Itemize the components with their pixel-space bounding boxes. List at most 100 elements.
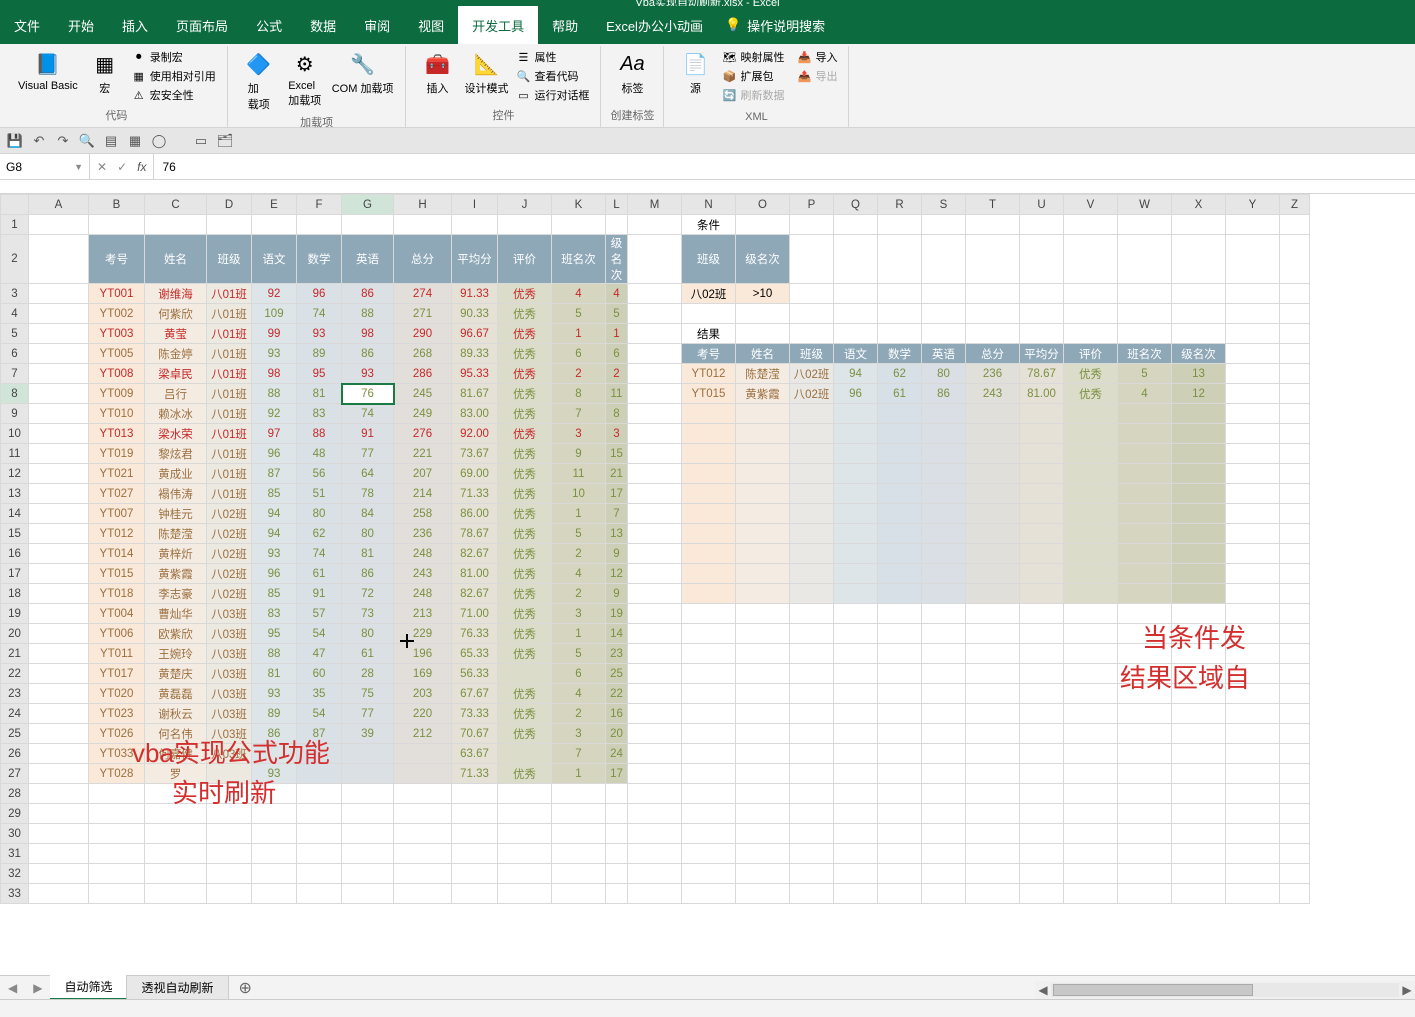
cell-E7[interactable]: 98 [252, 364, 297, 384]
cell-E26[interactable] [252, 744, 297, 764]
cell-M19[interactable] [628, 604, 682, 624]
refresh-data-button[interactable]: 🔄刷新数据 [718, 86, 787, 104]
cell-N6[interactable]: 考号 [682, 344, 736, 364]
cell-H4[interactable]: 271 [394, 304, 452, 324]
tab-developer[interactable]: 开发工具 [458, 6, 538, 44]
cell-S7[interactable]: 80 [922, 364, 966, 384]
cell-E4[interactable]: 109 [252, 304, 297, 324]
cell-R3[interactable] [878, 284, 922, 304]
tab-home[interactable]: 开始 [54, 6, 108, 44]
cell-G2[interactable]: 英语 [342, 235, 394, 284]
cell-A32[interactable] [29, 864, 89, 884]
cell-Q6[interactable]: 语文 [834, 344, 878, 364]
cell-F10[interactable]: 88 [297, 424, 342, 444]
cell-V19[interactable] [1064, 604, 1118, 624]
cell-W26[interactable] [1118, 744, 1172, 764]
cell-K2[interactable]: 班名次 [552, 235, 606, 284]
cell-E11[interactable]: 96 [252, 444, 297, 464]
cell-T24[interactable] [966, 704, 1020, 724]
cell-R15[interactable] [878, 524, 922, 544]
cell-U13[interactable] [1020, 484, 1064, 504]
tab-review[interactable]: 审阅 [350, 6, 404, 44]
cell-P2[interactable] [790, 235, 834, 284]
cell-W8[interactable]: 4 [1118, 384, 1172, 404]
cell-M22[interactable] [628, 664, 682, 684]
cell-E18[interactable]: 85 [252, 584, 297, 604]
cell-I6[interactable]: 89.33 [452, 344, 498, 364]
tab-formulas[interactable]: 公式 [242, 6, 296, 44]
row-header-5[interactable]: 5 [1, 324, 29, 344]
cell-B12[interactable]: YT021 [89, 464, 145, 484]
cell-M10[interactable] [628, 424, 682, 444]
cell-S15[interactable] [922, 524, 966, 544]
cell-S30[interactable] [922, 824, 966, 844]
cell-W5[interactable] [1118, 324, 1172, 344]
cell-U3[interactable] [1020, 284, 1064, 304]
cell-C8[interactable]: 吕行 [145, 384, 207, 404]
cell-J25[interactable]: 优秀 [498, 724, 552, 744]
cell-Q14[interactable] [834, 504, 878, 524]
cell-Z2[interactable] [1280, 235, 1310, 284]
cell-D32[interactable] [207, 864, 252, 884]
cell-X5[interactable] [1172, 324, 1226, 344]
cell-F12[interactable]: 56 [297, 464, 342, 484]
cell-J3[interactable]: 优秀 [498, 284, 552, 304]
cell-I13[interactable]: 71.33 [452, 484, 498, 504]
cell-Z1[interactable] [1280, 215, 1310, 235]
cell-K7[interactable]: 2 [552, 364, 606, 384]
cell-O22[interactable] [736, 664, 790, 684]
cell-B28[interactable] [89, 784, 145, 804]
cell-P10[interactable] [790, 424, 834, 444]
cell-D24[interactable]: 八03班 [207, 704, 252, 724]
cell-E14[interactable]: 94 [252, 504, 297, 524]
cell-Z17[interactable] [1280, 564, 1310, 584]
col-header-S[interactable]: S [922, 195, 966, 215]
cell-W18[interactable] [1118, 584, 1172, 604]
cell-S33[interactable] [922, 884, 966, 904]
cell-G10[interactable]: 91 [342, 424, 394, 444]
cell-Q2[interactable] [834, 235, 878, 284]
cell-K19[interactable]: 3 [552, 604, 606, 624]
cell-A30[interactable] [29, 824, 89, 844]
cell-E9[interactable]: 92 [252, 404, 297, 424]
cell-G27[interactable] [342, 764, 394, 784]
cell-K18[interactable]: 2 [552, 584, 606, 604]
cell-O16[interactable] [736, 544, 790, 564]
cell-L31[interactable] [606, 844, 628, 864]
accept-formula-icon[interactable]: ✓ [114, 160, 130, 174]
cell-X13[interactable] [1172, 484, 1226, 504]
cell-L3[interactable]: 4 [606, 284, 628, 304]
cell-S13[interactable] [922, 484, 966, 504]
cell-U4[interactable] [1020, 304, 1064, 324]
cell-J28[interactable] [498, 784, 552, 804]
cell-O20[interactable] [736, 624, 790, 644]
cell-J32[interactable] [498, 864, 552, 884]
tab-help[interactable]: 帮助 [538, 6, 592, 44]
cell-K6[interactable]: 6 [552, 344, 606, 364]
cell-Z28[interactable] [1280, 784, 1310, 804]
cell-L16[interactable]: 9 [606, 544, 628, 564]
cell-K17[interactable]: 4 [552, 564, 606, 584]
cell-Z14[interactable] [1280, 504, 1310, 524]
cell-X14[interactable] [1172, 504, 1226, 524]
cell-G1[interactable] [342, 215, 394, 235]
cell-F4[interactable]: 74 [297, 304, 342, 324]
cell-R14[interactable] [878, 504, 922, 524]
cell-M29[interactable] [628, 804, 682, 824]
cell-V4[interactable] [1064, 304, 1118, 324]
cell-O1[interactable] [736, 215, 790, 235]
cell-I12[interactable]: 69.00 [452, 464, 498, 484]
cell-I25[interactable]: 70.67 [452, 724, 498, 744]
cell-P22[interactable] [790, 664, 834, 684]
sheet-nav-prev[interactable]: ◀ [0, 981, 25, 995]
cell-W15[interactable] [1118, 524, 1172, 544]
cell-M16[interactable] [628, 544, 682, 564]
cell-W21[interactable] [1118, 644, 1172, 664]
cell-B27[interactable]: YT028 [89, 764, 145, 784]
col-header-Z[interactable]: Z [1280, 195, 1310, 215]
cell-C10[interactable]: 梁水荣 [145, 424, 207, 444]
cell-X11[interactable] [1172, 444, 1226, 464]
cell-Z25[interactable] [1280, 724, 1310, 744]
cell-U22[interactable] [1020, 664, 1064, 684]
col-header-R[interactable]: R [878, 195, 922, 215]
